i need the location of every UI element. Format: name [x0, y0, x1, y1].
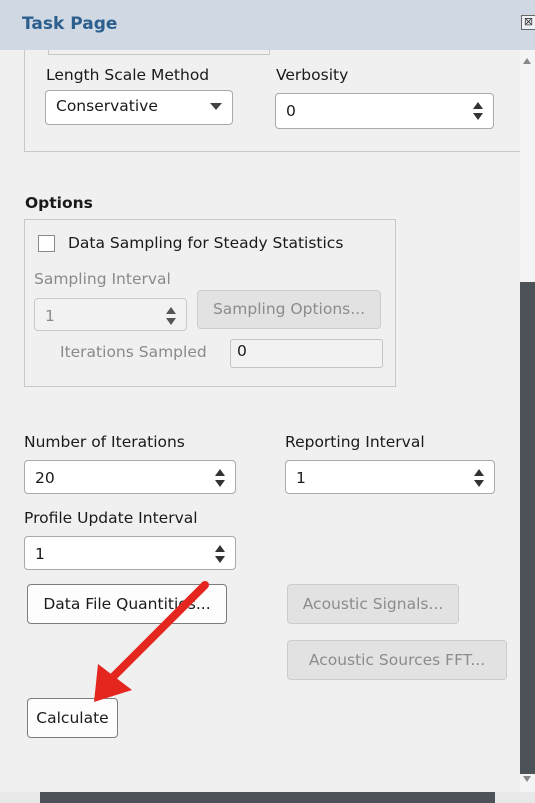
annotation-arrow-icon [94, 581, 209, 702]
